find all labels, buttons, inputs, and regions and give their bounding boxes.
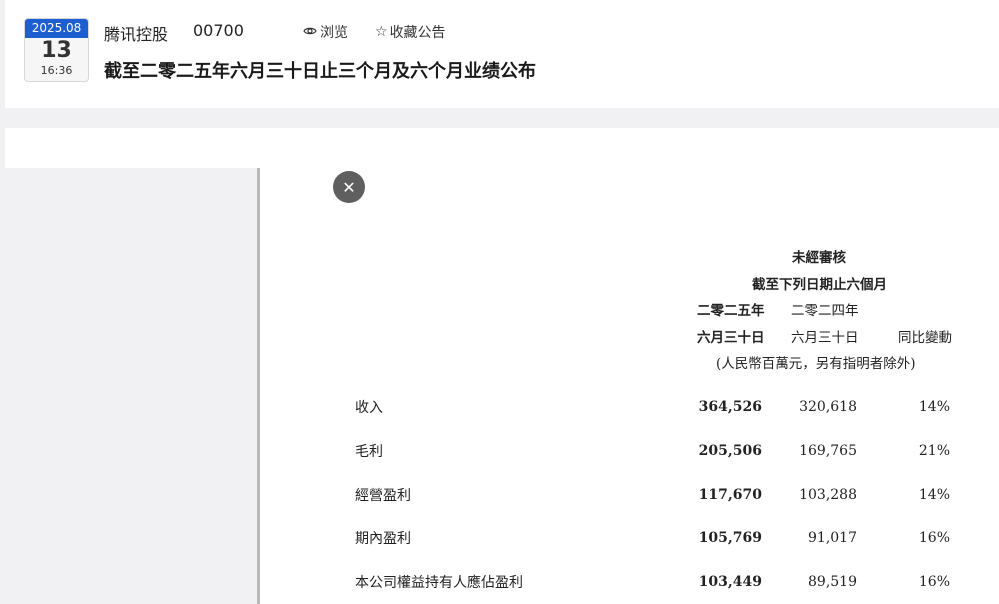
value-yoy: 14%	[918, 399, 950, 415]
company-name[interactable]: 腾讯控股	[104, 21, 168, 45]
value-2025: 105,769	[698, 530, 762, 546]
browse-label: 浏览	[320, 25, 348, 41]
value-yoy: 16%	[918, 574, 950, 590]
date-time: 16:36	[40, 64, 73, 77]
value-2025: 117,670	[698, 487, 762, 503]
close-button[interactable]: ✕	[333, 171, 365, 203]
date-year-month: 2025.08	[25, 19, 88, 38]
header-col2-date: 六月三十日	[791, 330, 859, 346]
row-label: 本公司權益持有人應佔盈利	[355, 575, 523, 591]
announcement-header	[5, 0, 999, 108]
header-col1-year: 二零二五年	[697, 303, 765, 319]
eye-icon	[303, 24, 317, 40]
header-period: 截至下列日期止六個月	[752, 277, 887, 293]
value-2024: 103,288	[799, 487, 857, 503]
favorite-button[interactable]: ☆ 收藏公告	[375, 22, 446, 42]
row-label: 期內盈利	[355, 531, 411, 547]
value-2024: 89,519	[808, 574, 857, 590]
browse-button[interactable]: 浏览	[303, 22, 348, 42]
row-label: 收入	[355, 400, 383, 416]
header-yoy: 同比變動	[898, 330, 952, 346]
date-day: 13	[41, 38, 72, 63]
close-icon: ✕	[342, 177, 356, 197]
header-units: (人民幣百萬元，另有指明者除外)	[716, 356, 916, 372]
header-col1-date: 六月三十日	[697, 330, 765, 346]
value-2025: 103,449	[698, 574, 762, 590]
stock-code: 00700	[193, 21, 244, 40]
row-label: 經營盈利	[355, 488, 411, 504]
content-toolbar	[5, 128, 999, 168]
value-2024: 91,017	[808, 530, 857, 546]
star-outline-icon: ☆	[375, 24, 388, 40]
value-2025: 364,526	[698, 399, 762, 415]
header-col2-year: 二零二四年	[791, 303, 859, 319]
announcement-title: 截至二零二五年六月三十日止三个月及六个月业绩公布	[104, 61, 536, 82]
row-label: 毛利	[355, 444, 383, 460]
date-badge: 2025.08 13 16:36	[24, 18, 89, 82]
value-yoy: 21%	[918, 443, 950, 459]
value-yoy: 16%	[918, 530, 950, 546]
value-2025: 205,506	[698, 443, 762, 459]
value-yoy: 14%	[918, 487, 950, 503]
value-2024: 320,618	[799, 399, 857, 415]
header-unaudited: 未經審核	[792, 250, 846, 266]
side-panel	[5, 168, 257, 604]
value-2024: 169,765	[799, 443, 857, 459]
favorite-label: 收藏公告	[389, 25, 446, 41]
